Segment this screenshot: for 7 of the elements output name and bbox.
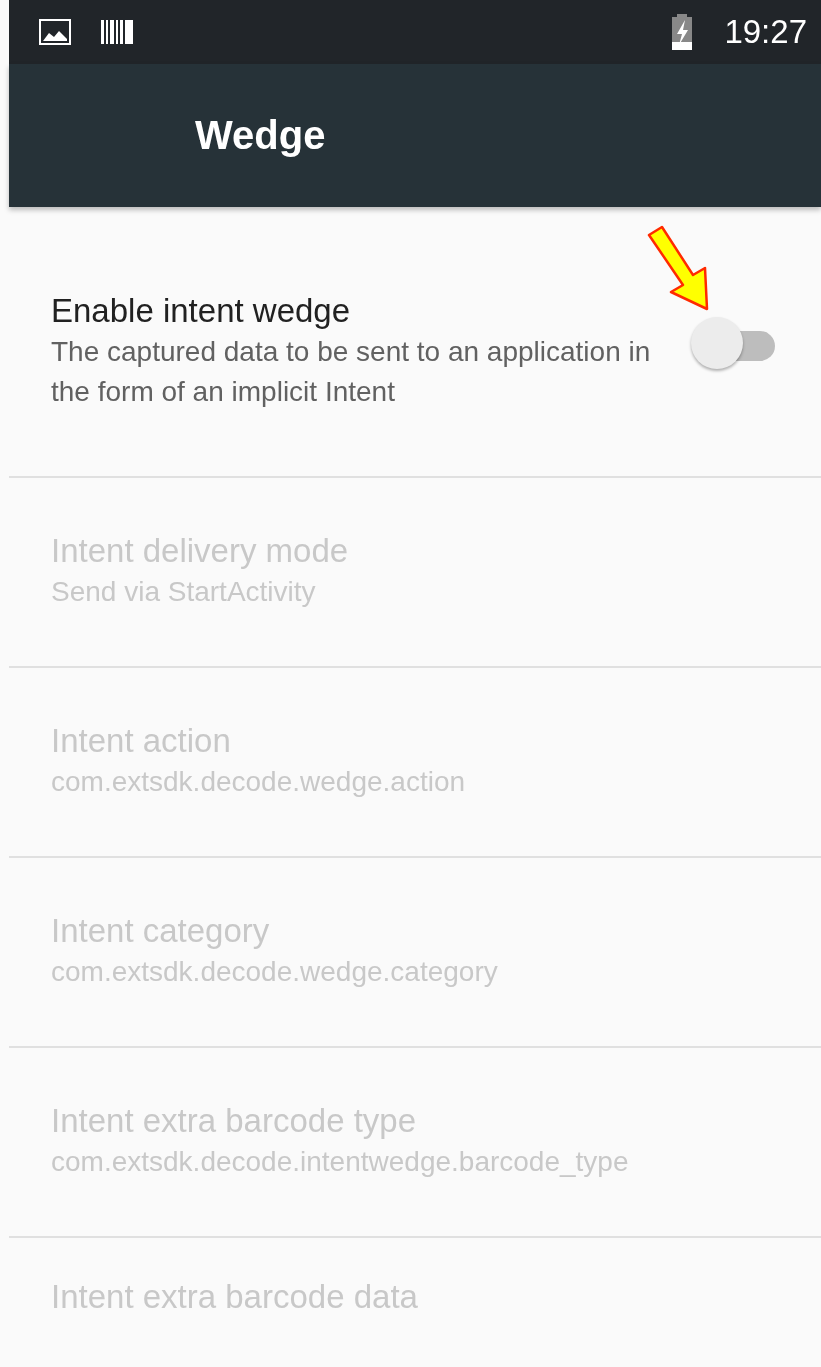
barcode-icon [101,20,133,44]
battery-charging-icon [670,14,695,50]
image-icon [39,19,71,45]
preference-summary: The captured data to be sent to an application in the form of an implicit Intent [51,334,652,409]
status-time: 19:27 [724,13,807,51]
preference-title: Enable intent wedge [51,291,352,330]
app-bar-title: Wedge [195,113,326,158]
